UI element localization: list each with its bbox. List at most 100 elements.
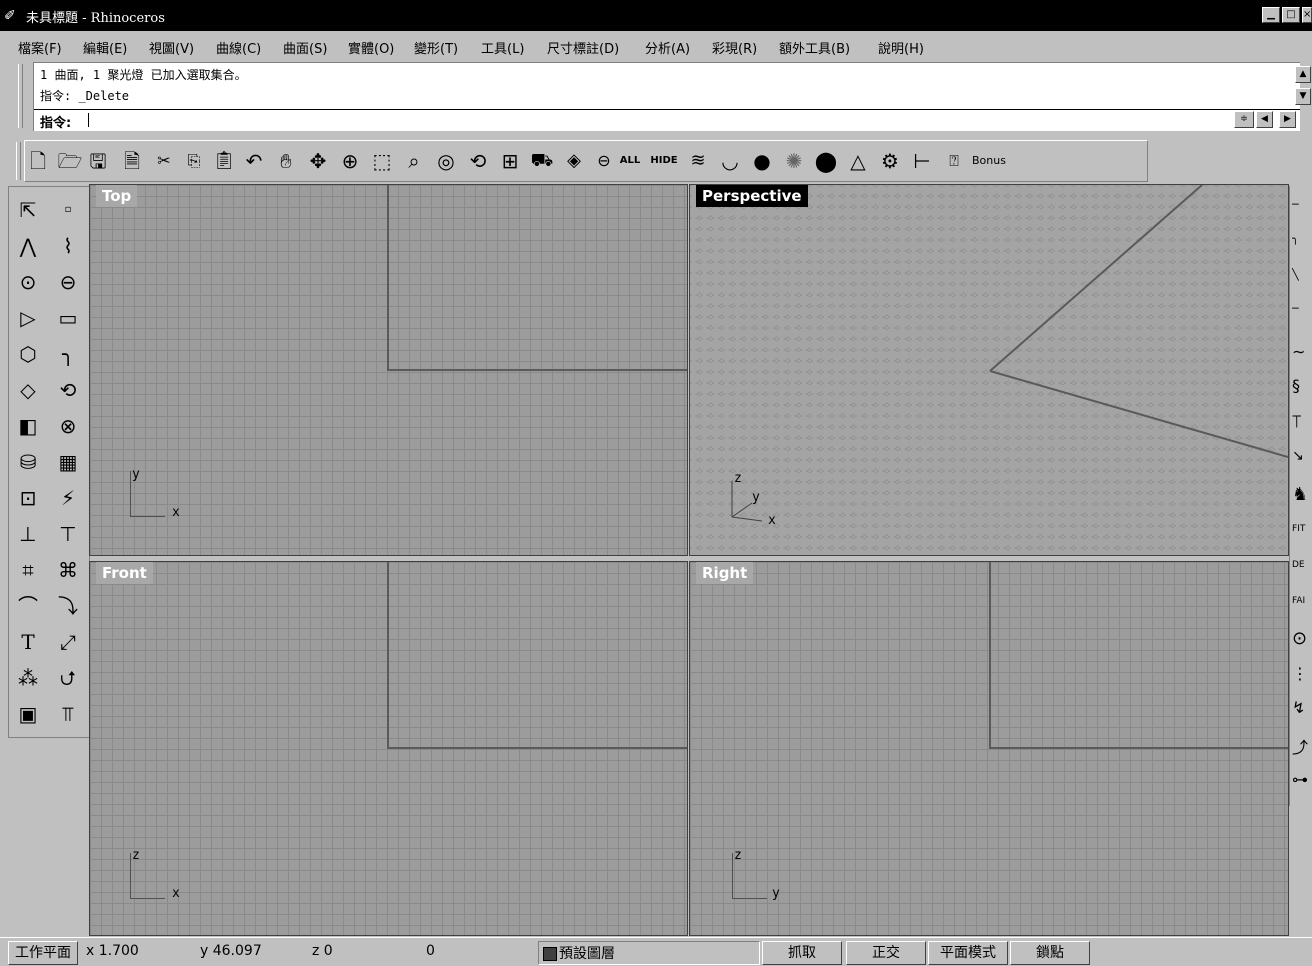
- history-spinner[interactable]: ≑: [1234, 111, 1254, 128]
- curve-tool-icon[interactable]: ╲: [1292, 268, 1312, 298]
- extend-icon[interactable]: ⊤: [51, 517, 85, 551]
- fillet-curve-icon[interactable]: ╮: [51, 337, 85, 371]
- join-icon[interactable]: ⊡: [11, 481, 45, 515]
- curve-tool-icon[interactable]: ⤴: [1292, 734, 1312, 764]
- new-file-icon[interactable]: 🗋: [25, 147, 51, 175]
- viewport-title[interactable]: Right: [696, 562, 754, 584]
- snap-toggle[interactable]: 抓取: [762, 941, 842, 965]
- open-template-icon[interactable]: 🗎: [119, 147, 145, 175]
- mesh-icon[interactable]: ▦: [51, 445, 85, 479]
- curve-tool-icon[interactable]: ─: [1292, 302, 1312, 332]
- dimension-tool-icon[interactable]: ⫪: [51, 697, 85, 731]
- curve-tool-icon[interactable]: ⋮: [1292, 664, 1312, 694]
- cut-icon[interactable]: ✂: [151, 147, 177, 175]
- curve-tool-icon[interactable]: ∼: [1292, 342, 1312, 372]
- curve-tool-icon[interactable]: ─: [1292, 198, 1312, 228]
- close-button[interactable]: ×: [1302, 7, 1312, 23]
- shaded-sphere-icon[interactable]: ●: [749, 147, 775, 175]
- viewport-perspective[interactable]: Perspective z y x: [689, 184, 1289, 556]
- menu-dimension[interactable]: 尺寸標註(D): [547, 38, 619, 57]
- toolbar-grip[interactable]: [16, 142, 21, 180]
- rectangle-icon[interactable]: ▭: [51, 301, 85, 335]
- trim-icon[interactable]: ⊥: [11, 517, 45, 551]
- fillet-icon[interactable]: ⌒: [11, 589, 45, 623]
- select-all-button[interactable]: ALL: [615, 147, 645, 175]
- select-arrow-icon[interactable]: ⇱: [11, 193, 45, 227]
- menu-surface[interactable]: 曲面(S): [283, 38, 327, 57]
- osnap-toggle[interactable]: 鎖點: [1010, 941, 1090, 965]
- paste-icon[interactable]: 📋︎: [211, 147, 237, 175]
- zoom-icon[interactable]: ⊕: [337, 147, 363, 175]
- maximize-button[interactable]: □: [1282, 7, 1300, 23]
- zoom-selected-icon[interactable]: ◎: [433, 147, 459, 175]
- car-shade-icon[interactable]: ⛟: [529, 147, 555, 175]
- pan-hand-icon[interactable]: ✋︎: [273, 147, 299, 175]
- curve-tool-icon[interactable]: ╮: [1292, 232, 1312, 262]
- box-icon[interactable]: ◧: [11, 409, 45, 443]
- zoom-window-icon[interactable]: ⬚: [369, 147, 395, 175]
- arc-icon[interactable]: ▷: [11, 301, 45, 335]
- cplane-button[interactable]: 工作平面: [8, 941, 78, 965]
- curve-tool-icon[interactable]: ⊙: [1292, 628, 1312, 658]
- ellipse-icon[interactable]: ⊖: [51, 265, 85, 299]
- group-icon[interactable]: ⌗: [11, 553, 45, 587]
- curve-tool-icon[interactable]: ↘: [1292, 448, 1312, 478]
- menu-tools[interactable]: 工具(L): [481, 38, 524, 57]
- render-sphere-icon[interactable]: ✺: [781, 147, 807, 175]
- menu-curve[interactable]: 曲線(C): [216, 38, 261, 57]
- walk-icon[interactable]: ♞: [1292, 484, 1312, 514]
- viewport-right[interactable]: Right z y: [689, 561, 1289, 936]
- light-cone-icon[interactable]: △: [845, 147, 871, 175]
- layer-icon[interactable]: ≋: [685, 147, 711, 175]
- rotate-object-icon[interactable]: ⮍: [51, 661, 85, 695]
- viewport-top[interactable]: Top y x: [89, 184, 688, 556]
- rotate-icon[interactable]: ◡: [717, 147, 743, 175]
- curve-tool-icon[interactable]: ⊶: [1292, 770, 1312, 800]
- menu-solid[interactable]: 實體(O): [348, 38, 394, 57]
- surface-loft-icon[interactable]: ⟲: [51, 373, 85, 407]
- menu-extra-tools[interactable]: 額外工具(B): [779, 38, 850, 57]
- scroll-down-button[interactable]: ▼: [1295, 88, 1311, 105]
- de-button[interactable]: DE: [1292, 560, 1312, 590]
- dimension-icon[interactable]: ⊢: [909, 147, 935, 175]
- zoom-extents-icon[interactable]: ⌕: [401, 147, 427, 175]
- block-icon[interactable]: ▣: [11, 697, 45, 731]
- four-viewports-icon[interactable]: ⊞: [497, 147, 523, 175]
- menu-file[interactable]: 檔案(F): [18, 38, 62, 57]
- select-all-icon[interactable]: ⊖: [591, 147, 617, 175]
- menu-view[interactable]: 視圖(V): [149, 38, 194, 57]
- undo-icon[interactable]: ↶: [241, 147, 267, 175]
- boolean-icon[interactable]: ⊗: [51, 409, 85, 443]
- ungroup-icon[interactable]: ⌘: [51, 553, 85, 587]
- command-grip[interactable]: [18, 64, 23, 128]
- ortho-toggle[interactable]: 正交: [846, 941, 926, 965]
- menu-render[interactable]: 彩現(R): [712, 38, 757, 57]
- planar-toggle[interactable]: 平面模式: [928, 941, 1008, 965]
- curve-tool-icon[interactable]: §: [1292, 376, 1312, 406]
- point-icon[interactable]: ▫: [51, 193, 85, 227]
- save-icon[interactable]: 🖫: [85, 147, 111, 175]
- fit-button[interactable]: FIT: [1292, 524, 1312, 554]
- menu-edit[interactable]: 編輯(E): [83, 38, 127, 57]
- command-input[interactable]: 指令:: [34, 109, 1300, 131]
- bonus-button[interactable]: Bonus: [969, 147, 1009, 175]
- array-icon[interactable]: ⁂: [11, 661, 45, 695]
- offset-icon[interactable]: ⤵: [51, 589, 85, 623]
- open-folder-icon[interactable]: 🗁: [57, 147, 83, 175]
- copy-icon[interactable]: ⎘: [181, 147, 207, 175]
- settings-gear-icon[interactable]: ⚙: [877, 147, 903, 175]
- rotate-view-icon[interactable]: ✥: [305, 147, 331, 175]
- polyline-icon[interactable]: ⋀: [11, 229, 45, 263]
- surface-icon[interactable]: ◇: [11, 373, 45, 407]
- circle-icon[interactable]: ⊙: [11, 265, 45, 299]
- curve-icon[interactable]: ⌇: [51, 229, 85, 263]
- polygon-icon[interactable]: ⬡: [11, 337, 45, 371]
- text-icon[interactable]: T: [11, 625, 45, 659]
- hide-button[interactable]: HIDE: [647, 147, 681, 175]
- curve-tool-icon[interactable]: ⟙: [1292, 412, 1312, 442]
- viewport-title[interactable]: Top: [96, 185, 138, 207]
- curve-tool-icon[interactable]: ↯: [1292, 698, 1312, 728]
- menu-transform[interactable]: 變形(T): [414, 38, 458, 57]
- minimize-button[interactable]: ▁: [1262, 7, 1280, 23]
- layer-panel[interactable]: 預設圖層: [538, 941, 760, 965]
